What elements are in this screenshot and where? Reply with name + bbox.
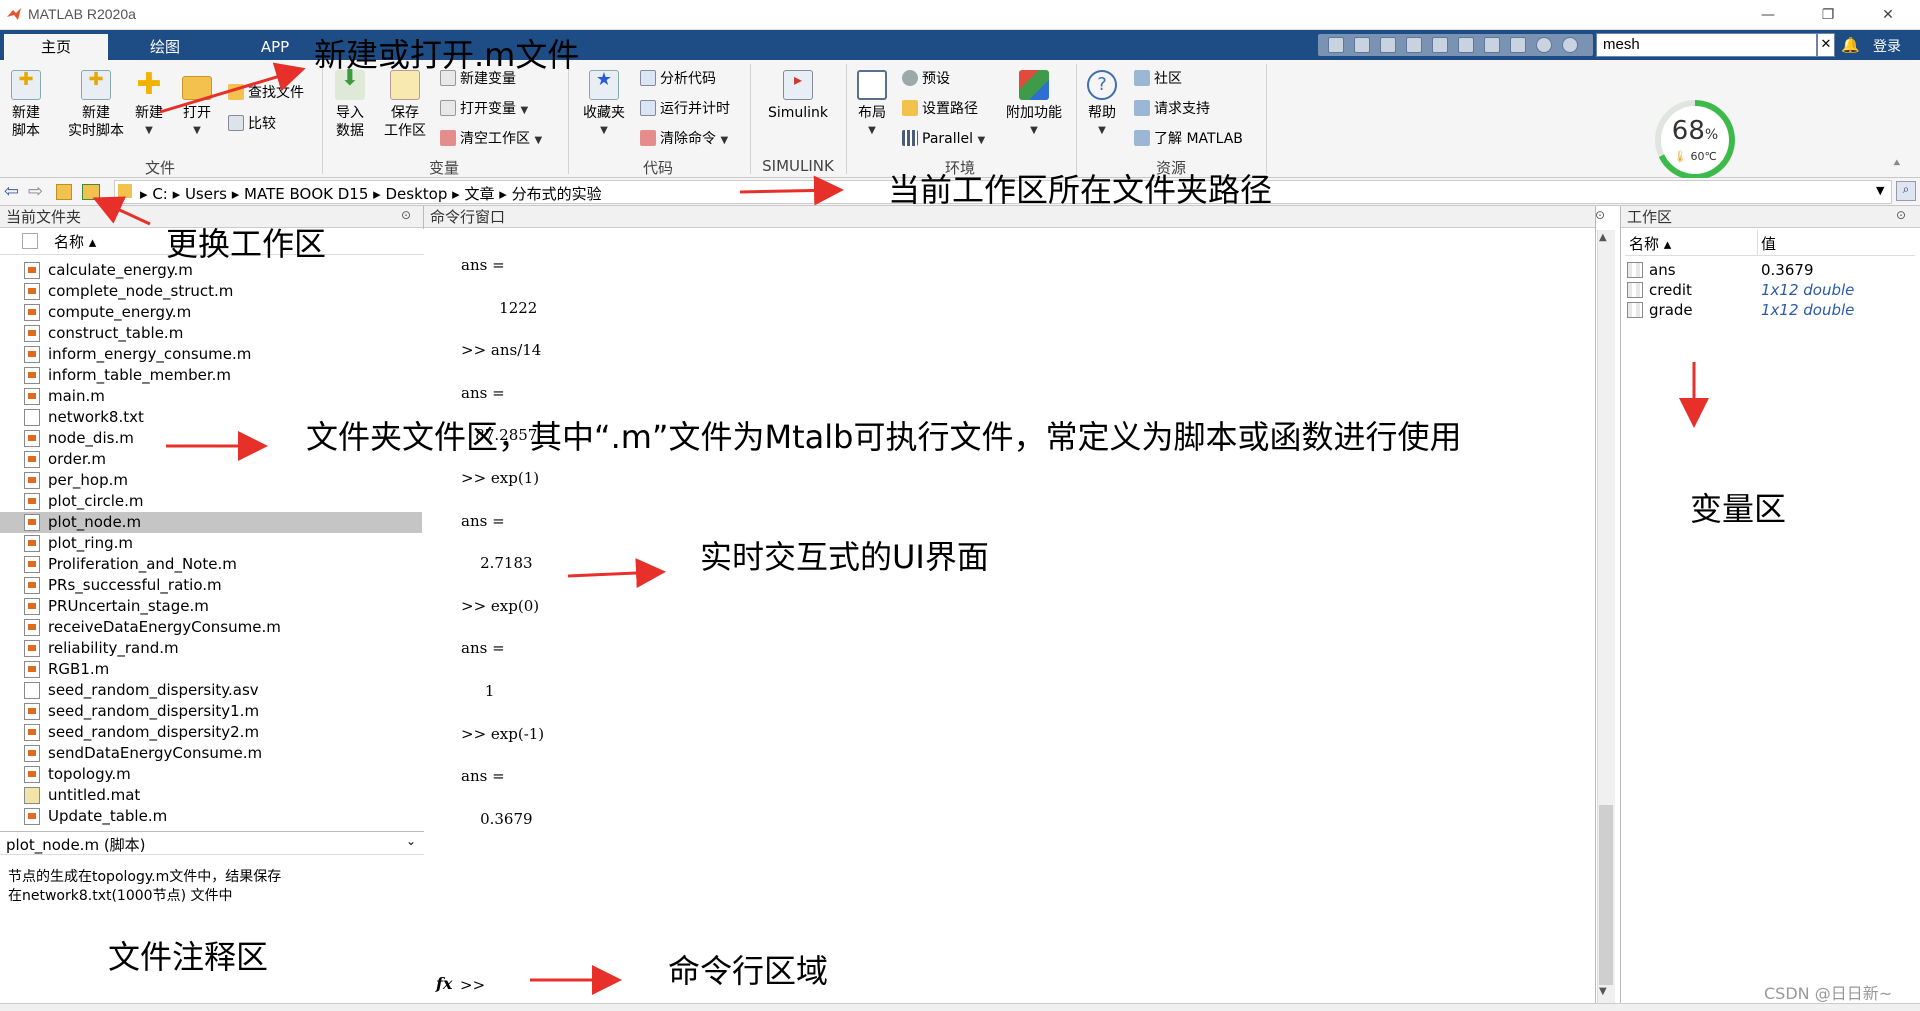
status-bar bbox=[0, 1003, 1920, 1011]
arrow bbox=[567, 558, 666, 589]
arrow bbox=[739, 175, 844, 206]
arrow bbox=[159, 62, 306, 114]
watermark: CSDN @日日新~ bbox=[1764, 984, 1893, 1003]
annotation-arrows bbox=[92, 62, 1709, 995]
arrow bbox=[92, 196, 151, 226]
